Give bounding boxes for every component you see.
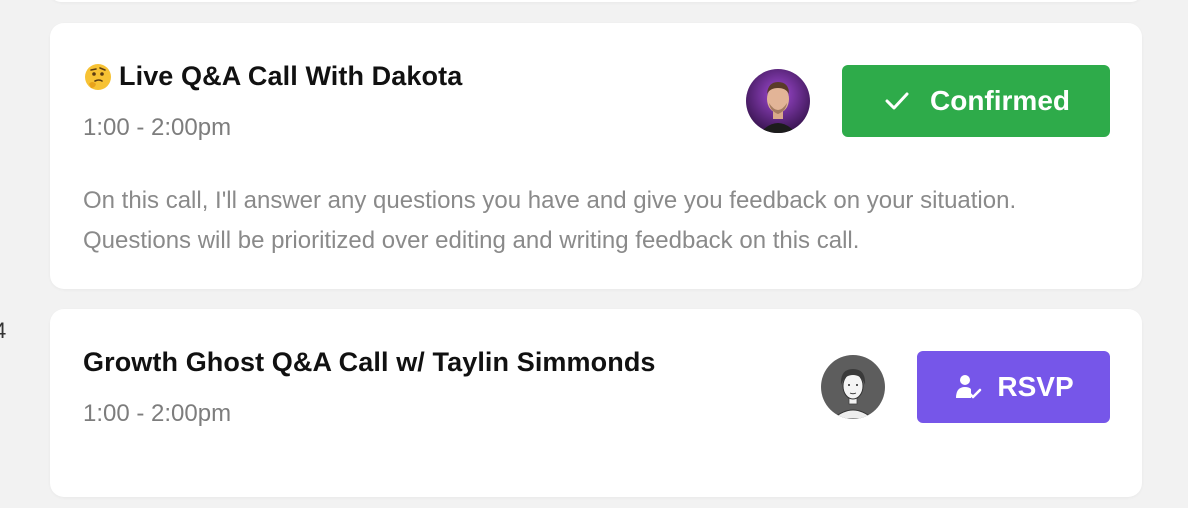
- avatar-sketch: [821, 355, 885, 419]
- host-avatar-dakota: [746, 69, 810, 133]
- event-title-text: Growth Ghost Q&A Call w/ Taylin Simmonds: [83, 347, 656, 377]
- event-card-previous: [50, 0, 1142, 2]
- clipped-text-fragment: 4: [0, 318, 7, 343]
- event-title-text: Live Q&A Call With Dakota: [119, 61, 463, 91]
- event-card: Live Q&A Call With Dakota 1:00 - 2:00pm …: [50, 23, 1142, 289]
- event-time: 1:00 - 2:00pm: [83, 400, 232, 427]
- event-description: On this call, I'll answer any questions …: [83, 187, 1017, 254]
- avatar-photo: [746, 69, 810, 133]
- event-title: Live Q&A Call With Dakota: [83, 61, 462, 92]
- thinking-face-icon: [85, 63, 111, 90]
- event-time: 1:00 - 2:00pm: [83, 114, 232, 141]
- host-avatar-taylin: [821, 355, 885, 419]
- check-icon: [885, 92, 909, 110]
- confirmed-button[interactable]: Confirmed: [842, 65, 1110, 137]
- rsvp-button-label: RSVP: [997, 371, 1074, 402]
- event-card: Growth Ghost Q&A Call w/ Taylin Simmonds…: [50, 309, 1142, 497]
- confirmed-button-label: Confirmed: [930, 85, 1070, 116]
- user-check-icon: [956, 375, 982, 399]
- rsvp-button[interactable]: RSVP: [917, 351, 1110, 423]
- event-title: Growth Ghost Q&A Call w/ Taylin Simmonds: [83, 347, 656, 378]
